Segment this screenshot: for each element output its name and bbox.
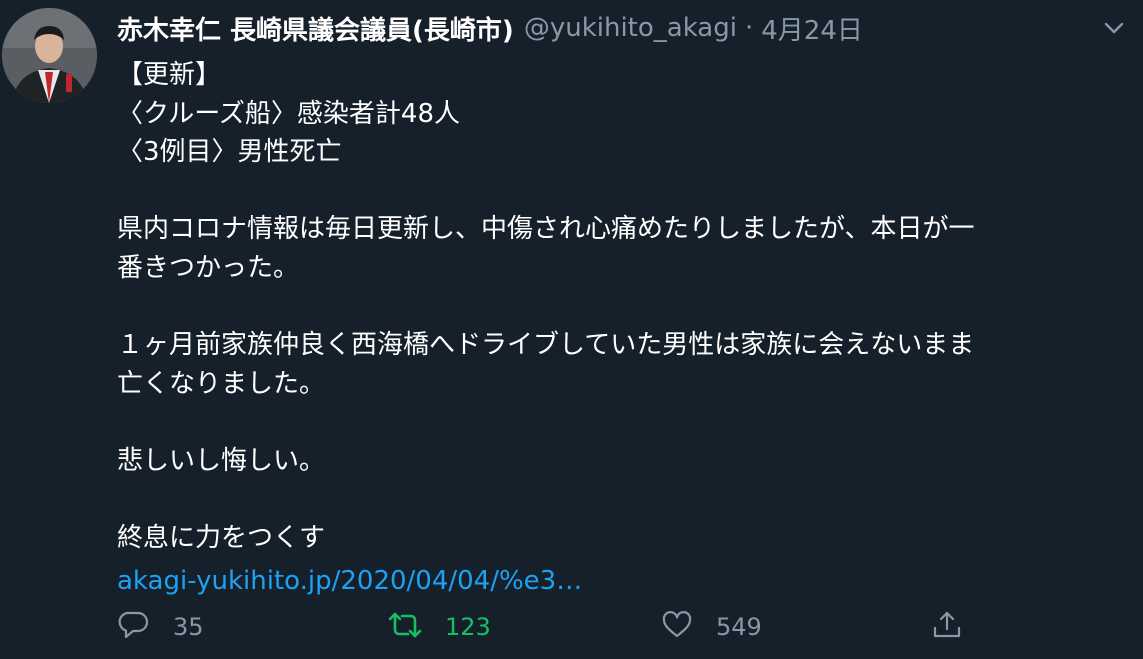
user-handle[interactable]: @yukihito_akagi	[524, 13, 737, 43]
tweet-line: 県内コロナ情報は毎日更新し、中傷され心痛めたりしましたが、本日が一	[117, 214, 975, 245]
tweet-header: 赤木幸仁 長崎県議会議員(長崎市) @yukihito_akagi · 4月24…	[117, 8, 863, 48]
retweet-count: 123	[445, 613, 491, 641]
like-count: 549	[716, 613, 762, 641]
tweet-line: 【更新】	[117, 60, 222, 90]
tweet-text: 【更新】 〈クルーズ船〉感染者計48人 〈3例目〉男性死亡 県内コロナ情報は毎日…	[117, 56, 1117, 600]
retweet-icon	[387, 608, 423, 646]
avatar[interactable]	[2, 8, 97, 103]
separator-dot: ·	[744, 13, 754, 43]
tweet-line: 終息に力をつくす	[117, 523, 326, 554]
heart-icon	[660, 608, 694, 646]
reply-icon	[117, 608, 151, 646]
tweet-actions: 35 123 549	[117, 607, 1117, 647]
share-button[interactable]	[930, 607, 964, 647]
tweet-line: 〈3例目〉男性死亡	[117, 137, 342, 168]
tweet-line: 番きつかった。	[117, 252, 300, 283]
display-name[interactable]: 赤木幸仁 長崎県議会議員(長崎市)	[117, 10, 514, 47]
tweet[interactable]: 赤木幸仁 長崎県議会議員(長崎市) @yukihito_akagi · 4月24…	[0, 0, 1143, 659]
share-icon	[930, 608, 964, 646]
chevron-down-icon[interactable]	[1100, 14, 1128, 42]
tweet-line: 〈クルーズ船〉感染者計48人	[117, 98, 461, 129]
tweet-line	[117, 481, 1117, 520]
reply-button[interactable]: 35	[117, 607, 204, 647]
tweet-date[interactable]: 4月24日	[761, 10, 863, 47]
tweet-line	[117, 288, 1117, 327]
tweet-line: 悲しいし悔しい。	[117, 445, 326, 476]
reply-count: 35	[173, 613, 204, 641]
tweet-line: 亡くなりました。	[117, 368, 326, 399]
like-button[interactable]: 549	[660, 607, 762, 647]
tweet-line: １ヶ月前家族仲良く西海橋へドライブしていた男性は家族に会えないまま	[117, 330, 975, 361]
tweet-link[interactable]: akagi-yukihito.jp/2020/04/04/%e3…	[117, 562, 582, 601]
tweet-line	[117, 172, 1117, 211]
tweet-line	[117, 403, 1117, 442]
retweet-button[interactable]: 123	[387, 607, 491, 647]
